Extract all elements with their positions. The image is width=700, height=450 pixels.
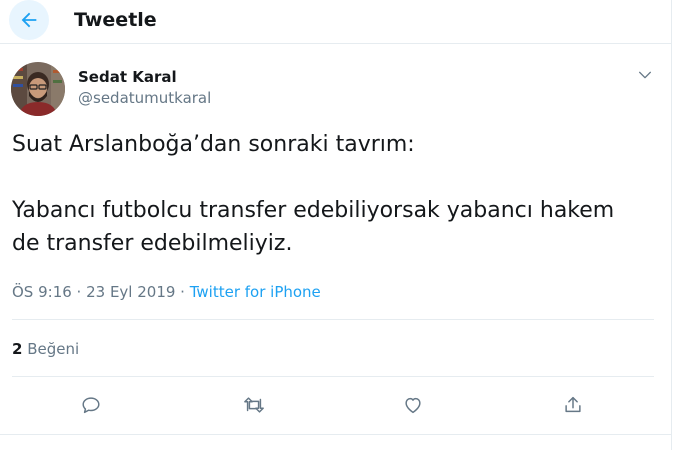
page-header: Tweetle: [0, 0, 672, 44]
reply-button[interactable]: [78, 392, 104, 418]
likes-count: 2: [12, 340, 23, 358]
like-button[interactable]: [400, 392, 426, 418]
heart-icon: [402, 394, 424, 416]
likes-summary[interactable]: 2 Beğeni: [12, 340, 79, 358]
chevron-down-icon: [637, 67, 653, 83]
tweet-timestamp[interactable]: ÖS 9:16 · 23 Eyl 2019: [12, 283, 175, 301]
divider: [12, 376, 654, 377]
retweet-icon: [242, 394, 266, 416]
likes-label: Beğeni: [22, 340, 80, 358]
main-column: Tweetle Sedat Karal @sedatumutkaral Suat…: [0, 0, 672, 450]
retweet-button[interactable]: [241, 392, 267, 418]
reply-icon: [80, 394, 102, 416]
tweet-text-line: de transfer edebilmeliyiz.: [12, 231, 293, 256]
share-button[interactable]: [560, 392, 586, 418]
tweet-text-line: Yabancı futbolcu transfer edebiliyorsak …: [12, 198, 615, 223]
meta-separator: ·: [175, 283, 190, 301]
avatar[interactable]: [11, 62, 65, 116]
share-icon: [562, 394, 584, 416]
back-button[interactable]: [9, 0, 49, 40]
author-display-name[interactable]: Sedat Karal: [78, 68, 177, 86]
page-title: Tweetle: [74, 9, 157, 31]
tweet-text-blank-line: [12, 161, 662, 194]
more-options-button[interactable]: [634, 64, 656, 86]
arrow-left-icon: [18, 9, 40, 31]
tweet-text: Suat Arslanboğa’dan sonraki tavrım: Yaba…: [12, 128, 662, 260]
tweet-meta: ÖS 9:16 · 23 Eyl 2019 · Twitter for iPho…: [12, 283, 321, 301]
author-handle[interactable]: @sedatumutkaral: [78, 89, 211, 107]
tweet-detail-page: Tweetle Sedat Karal @sedatumutkaral Suat…: [0, 0, 700, 450]
tweet-text-line: Suat Arslanboğa’dan sonraki tavrım:: [12, 132, 415, 157]
tweet-source-link[interactable]: Twitter for iPhone: [190, 283, 321, 301]
divider: [0, 434, 672, 435]
divider: [12, 319, 654, 320]
